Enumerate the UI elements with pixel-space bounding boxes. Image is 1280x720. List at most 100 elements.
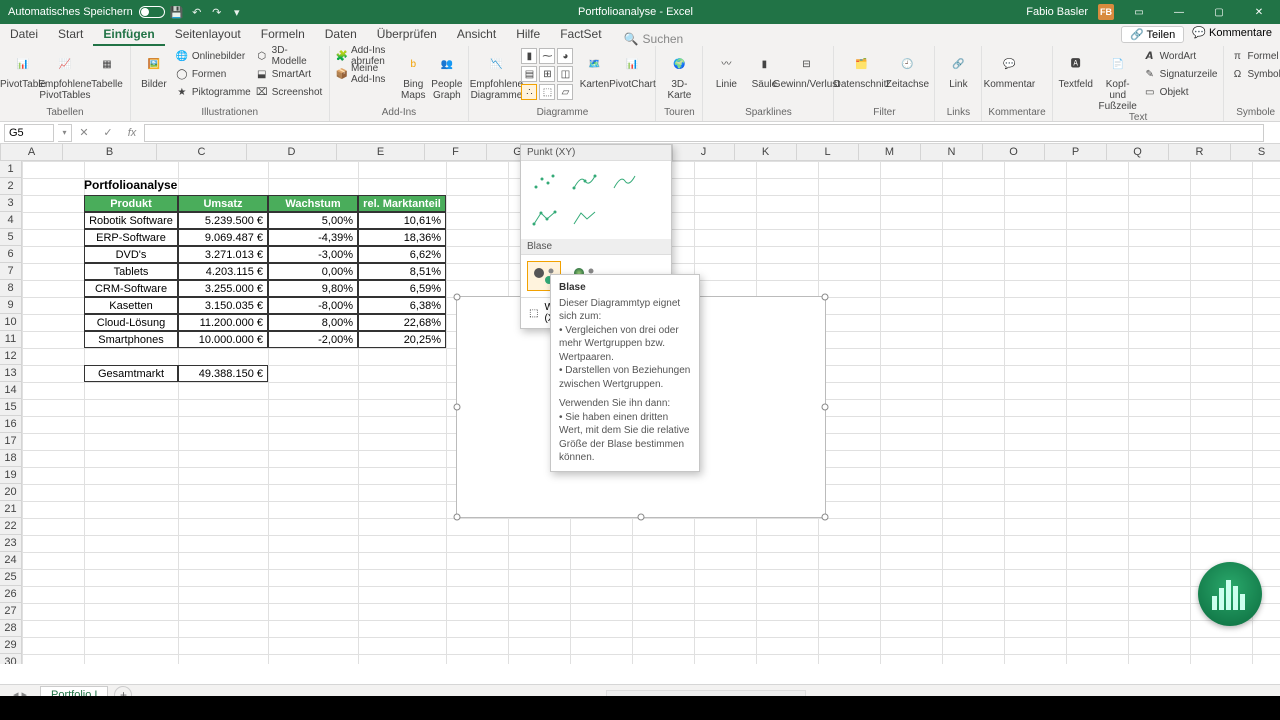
- share-button[interactable]: 🔗 Teilen: [1121, 26, 1184, 43]
- marktanteil-cell[interactable]: 6,59%: [358, 280, 446, 297]
- combo-chart-icon[interactable]: ◫: [557, 66, 573, 82]
- sparkline-winloss-button[interactable]: ⊟Gewinn/Verlust: [785, 48, 827, 90]
- marktanteil-cell[interactable]: 22,68%: [358, 314, 446, 331]
- bing-maps-button[interactable]: bBing Maps: [399, 48, 427, 101]
- tab-datei[interactable]: Datei: [0, 24, 48, 46]
- link-button[interactable]: 🔗Link: [941, 48, 975, 90]
- row-header[interactable]: 28: [0, 620, 22, 637]
- column-header[interactable]: F: [425, 144, 487, 161]
- row-header[interactable]: 5: [0, 229, 22, 246]
- wachstum-cell[interactable]: 5,00%: [268, 212, 358, 229]
- symbol-button[interactable]: ΩSymbol: [1230, 66, 1280, 82]
- product-cell[interactable]: Cloud-Lösung: [84, 314, 178, 331]
- row-header[interactable]: 10: [0, 314, 22, 331]
- wordart-button[interactable]: 𝘼WordArt: [1143, 48, 1218, 64]
- wachstum-cell[interactable]: -4,39%: [268, 229, 358, 246]
- row-header[interactable]: 18: [0, 450, 22, 467]
- pictures-button[interactable]: 🖼️Bilder: [137, 48, 171, 90]
- row-header[interactable]: 21: [0, 501, 22, 518]
- row-header[interactable]: 4: [0, 212, 22, 229]
- umsatz-cell[interactable]: 3.150.035 €: [178, 297, 268, 314]
- textbox-button[interactable]: 🅰Textfeld: [1059, 48, 1093, 90]
- wachstum-cell[interactable]: -8,00%: [268, 297, 358, 314]
- umsatz-cell[interactable]: 10.000.000 €: [178, 331, 268, 348]
- object-button[interactable]: ▭Objekt: [1143, 84, 1218, 100]
- tab-hilfe[interactable]: Hilfe: [506, 24, 550, 46]
- marktanteil-cell[interactable]: 6,38%: [358, 297, 446, 314]
- tab-überprüfen[interactable]: Überprüfen: [367, 24, 447, 46]
- umsatz-cell[interactable]: 5.239.500 €: [178, 212, 268, 229]
- redo-icon[interactable]: ↷: [209, 4, 225, 20]
- line-chart-icon[interactable]: ⁓: [539, 48, 555, 64]
- slicer-button[interactable]: 🗂️Datenschnitt: [840, 48, 882, 90]
- row-header[interactable]: 27: [0, 603, 22, 620]
- wachstum-cell[interactable]: 0,00%: [268, 263, 358, 280]
- enter-formula-icon[interactable]: ✓: [96, 126, 120, 139]
- column-header[interactable]: R: [1169, 144, 1231, 161]
- row-header[interactable]: 29: [0, 637, 22, 654]
- fx-icon[interactable]: fx: [120, 127, 144, 139]
- row-header[interactable]: 14: [0, 382, 22, 399]
- column-header[interactable]: M: [859, 144, 921, 161]
- my-addins-button[interactable]: 📦Meine Add-Ins: [336, 66, 396, 82]
- tab-formeln[interactable]: Formeln: [251, 24, 315, 46]
- product-cell[interactable]: DVD's: [84, 246, 178, 263]
- name-box-dropdown-icon[interactable]: ▾: [58, 124, 72, 142]
- row-header[interactable]: 30: [0, 654, 22, 664]
- 3d-map-button[interactable]: 🌍3D-Karte: [662, 48, 696, 101]
- table-header[interactable]: Umsatz: [178, 195, 268, 212]
- row-header[interactable]: 13: [0, 365, 22, 382]
- comment-button[interactable]: 💬Kommentar: [988, 48, 1030, 90]
- row-header[interactable]: 19: [0, 467, 22, 484]
- column-header[interactable]: B: [63, 144, 157, 161]
- 3d-models-button[interactable]: ⬡3D-Modelle: [255, 48, 323, 64]
- bar-chart-icon[interactable]: ▮: [521, 48, 537, 64]
- tab-daten[interactable]: Daten: [315, 24, 367, 46]
- pivottable-button[interactable]: 📊PivotTable: [6, 48, 40, 90]
- column-header[interactable]: A: [1, 144, 63, 161]
- column-header[interactable]: E: [337, 144, 425, 161]
- scatter-smooth-markers-option[interactable]: [567, 167, 601, 197]
- worksheet-grid[interactable]: ABCDEFGHIJKLMNOPQRS 12345678910111213141…: [0, 144, 1280, 664]
- wachstum-cell[interactable]: 9,80%: [268, 280, 358, 297]
- table-header[interactable]: Produkt: [84, 195, 178, 212]
- ribbon-options-icon[interactable]: ▭: [1124, 0, 1154, 24]
- umsatz-cell[interactable]: 3.271.013 €: [178, 246, 268, 263]
- row-header[interactable]: 24: [0, 552, 22, 569]
- cancel-formula-icon[interactable]: ✕: [72, 126, 96, 139]
- scatter-markers-option[interactable]: [527, 167, 561, 197]
- header-footer-button[interactable]: 📄Kopf- und Fußzeile: [1097, 48, 1139, 112]
- recommended-pivot-button[interactable]: 📈Empfohlene PivotTables: [44, 48, 86, 101]
- umsatz-cell[interactable]: 3.255.000 €: [178, 280, 268, 297]
- hierarchy-chart-icon[interactable]: ▤: [521, 66, 537, 82]
- smartart-button[interactable]: ⬓SmartArt: [255, 66, 323, 82]
- sparkline-line-button[interactable]: 〰Linie: [709, 48, 743, 90]
- name-box[interactable]: G5: [4, 124, 54, 142]
- signature-line-button[interactable]: ✎Signaturzeile: [1143, 66, 1218, 82]
- online-pictures-button[interactable]: 🌐Onlinebilder: [175, 48, 251, 64]
- scatter-straight-option[interactable]: [567, 203, 601, 233]
- search-icon[interactable]: 🔍: [624, 32, 639, 46]
- total-value-cell[interactable]: 49.388.150 €: [178, 365, 268, 382]
- row-header[interactable]: 11: [0, 331, 22, 348]
- recommended-charts-button[interactable]: 📉Empfohlene Diagramme: [475, 48, 517, 101]
- row-header[interactable]: 17: [0, 433, 22, 450]
- marktanteil-cell[interactable]: 18,36%: [358, 229, 446, 246]
- column-header[interactable]: N: [921, 144, 983, 161]
- row-header[interactable]: 22: [0, 518, 22, 535]
- tab-factset[interactable]: FactSet: [550, 24, 611, 46]
- product-cell[interactable]: ERP-Software: [84, 229, 178, 246]
- wachstum-cell[interactable]: -3,00%: [268, 246, 358, 263]
- autosave-toggle[interactable]: Automatisches Speichern: [8, 6, 165, 18]
- total-label-cell[interactable]: Gesamtmarkt: [84, 365, 178, 382]
- waterfall-chart-icon[interactable]: ⬚: [539, 84, 555, 100]
- row-header[interactable]: 8: [0, 280, 22, 297]
- column-header[interactable]: D: [247, 144, 337, 161]
- row-header[interactable]: 20: [0, 484, 22, 501]
- marktanteil-cell[interactable]: 8,51%: [358, 263, 446, 280]
- equation-button[interactable]: πFormel: [1230, 48, 1280, 64]
- row-header[interactable]: 16: [0, 416, 22, 433]
- wachstum-cell[interactable]: -2,00%: [268, 331, 358, 348]
- row-header[interactable]: 1: [0, 161, 22, 178]
- column-header[interactable]: S: [1231, 144, 1280, 161]
